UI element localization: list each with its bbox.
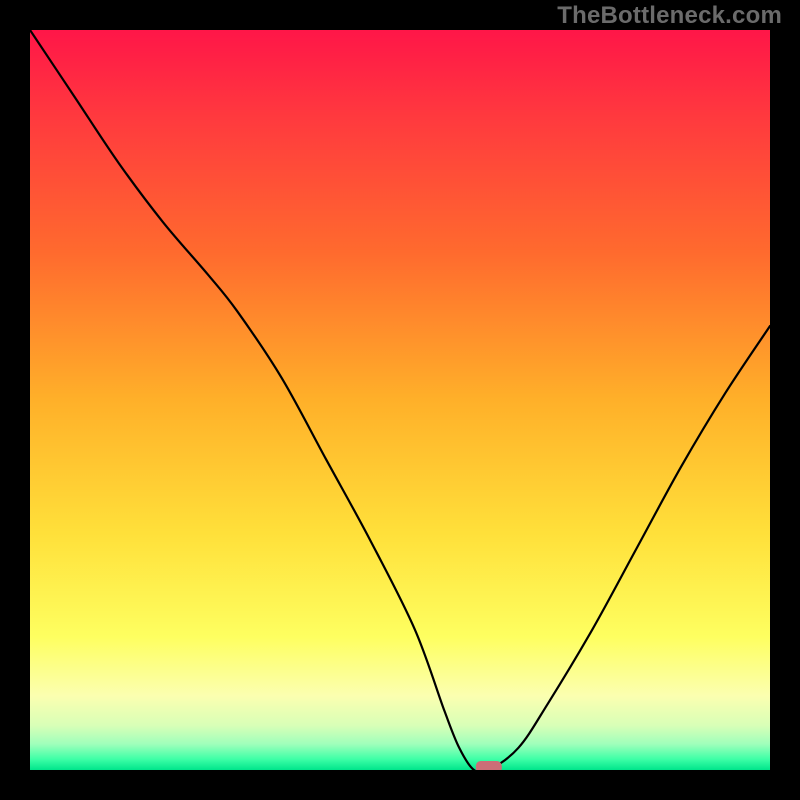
optimal-marker <box>476 761 502 770</box>
bottleneck-chart <box>30 30 770 770</box>
plot-area <box>30 30 770 770</box>
chart-frame: TheBottleneck.com <box>0 0 800 800</box>
watermark-text: TheBottleneck.com <box>557 2 782 30</box>
gradient-background <box>30 30 770 770</box>
